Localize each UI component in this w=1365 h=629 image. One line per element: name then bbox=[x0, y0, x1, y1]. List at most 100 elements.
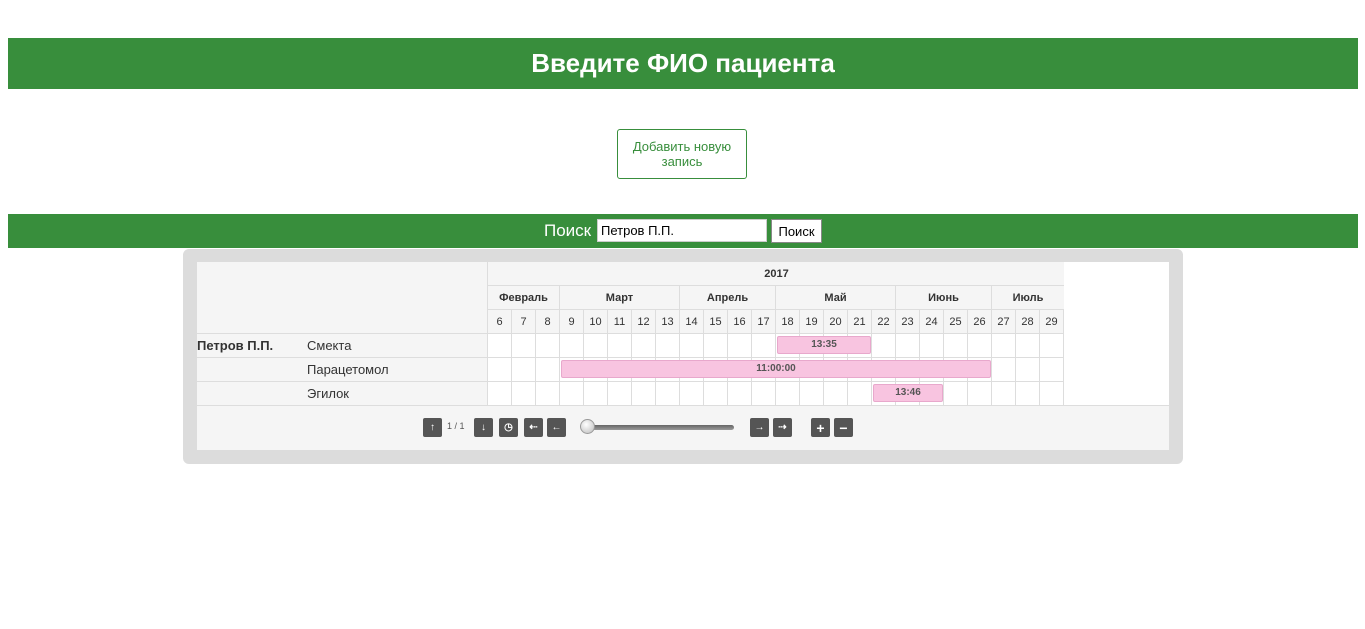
grid-cell bbox=[656, 333, 680, 357]
week-header: 16 bbox=[728, 310, 752, 334]
month-header: Июнь bbox=[896, 286, 992, 310]
week-header: 24 bbox=[920, 310, 944, 334]
week-header: 26 bbox=[968, 310, 992, 334]
grid-cell bbox=[536, 333, 560, 357]
arrow-up-icon[interactable]: ↑ bbox=[423, 418, 442, 437]
search-input[interactable] bbox=[597, 219, 767, 242]
grid-cell bbox=[968, 333, 992, 357]
schedule-bar[interactable]: 13:35 bbox=[777, 336, 871, 354]
grid-cell bbox=[704, 333, 728, 357]
week-header: 28 bbox=[1016, 310, 1040, 334]
week-header: 6 bbox=[488, 310, 512, 334]
grid-cell bbox=[752, 381, 776, 405]
grid-cell bbox=[992, 357, 1016, 381]
grid-cell bbox=[704, 381, 728, 405]
grid-cell bbox=[968, 381, 992, 405]
gantt-inner: Петров П.П. Смекта Парацетомол Эгилок 20… bbox=[197, 262, 1169, 450]
grid-cell bbox=[632, 333, 656, 357]
page-title: Введите ФИО пациента bbox=[531, 48, 835, 78]
grid-cell bbox=[512, 357, 536, 381]
month-header: Март bbox=[560, 286, 680, 310]
week-header: 22 bbox=[872, 310, 896, 334]
zoom-in-icon[interactable]: + bbox=[811, 418, 830, 437]
grid-cell bbox=[488, 333, 512, 357]
week-header: 29 bbox=[1040, 310, 1064, 334]
grid-cell bbox=[584, 333, 608, 357]
week-header: 11 bbox=[608, 310, 632, 334]
gantt-row-label: Эгилок bbox=[197, 381, 487, 405]
scroll-start-icon[interactable]: ⇠ bbox=[524, 418, 543, 437]
grid-cell bbox=[536, 357, 560, 381]
grid-cell bbox=[824, 381, 848, 405]
clock-icon[interactable]: ◷ bbox=[499, 418, 518, 437]
schedule-bar[interactable]: 11:00:00 bbox=[561, 360, 991, 378]
zoom-slider-track[interactable] bbox=[589, 425, 734, 430]
week-header: 8 bbox=[536, 310, 560, 334]
grid-cell bbox=[800, 381, 824, 405]
grid-cell bbox=[512, 333, 536, 357]
search-bar: Поиск Поиск bbox=[8, 214, 1358, 248]
month-header: Февраль bbox=[488, 286, 560, 310]
grid-cell bbox=[944, 381, 968, 405]
grid-cell bbox=[488, 357, 512, 381]
week-header: 21 bbox=[848, 310, 872, 334]
week-header: 9 bbox=[560, 310, 584, 334]
grid-cell bbox=[944, 333, 968, 357]
grid-cell bbox=[872, 333, 896, 357]
grid-cell bbox=[992, 381, 1016, 405]
week-header: 7 bbox=[512, 310, 536, 334]
grid-cell bbox=[608, 381, 632, 405]
patient-name: Петров П.П. bbox=[197, 338, 274, 353]
grid-cell bbox=[512, 381, 536, 405]
gantt-toolbar: ↑ 1 / 1 ↓ ◷ ⇠ ← → ⇢ + − bbox=[197, 405, 1169, 450]
grid-cell bbox=[680, 333, 704, 357]
arrow-down-icon[interactable]: ↓ bbox=[474, 418, 493, 437]
grid-cell bbox=[896, 333, 920, 357]
grid-cell bbox=[560, 333, 584, 357]
grid-cell bbox=[584, 381, 608, 405]
arrow-left-icon[interactable]: ← bbox=[547, 418, 566, 437]
month-header: Июль bbox=[992, 286, 1065, 310]
grid-cell bbox=[920, 333, 944, 357]
add-record-button[interactable]: Добавить новую запись bbox=[617, 129, 747, 179]
page-title-bar: Введите ФИО пациента bbox=[8, 38, 1358, 89]
grid-cell bbox=[680, 381, 704, 405]
grid-cell bbox=[1016, 333, 1040, 357]
zoom-slider-handle[interactable] bbox=[580, 419, 595, 434]
grid-cell bbox=[728, 381, 752, 405]
year-header: 2017 bbox=[488, 262, 1065, 286]
gantt-row-label: Парацетомол bbox=[197, 357, 487, 381]
zoom-out-icon[interactable]: − bbox=[834, 418, 853, 437]
scroll-end-icon[interactable]: ⇢ bbox=[773, 418, 792, 437]
gantt-grid: 2017 Февраль Март Апрель Май Июнь Июль 6… bbox=[487, 262, 1065, 405]
drug-name: Парацетомол bbox=[307, 362, 389, 377]
grid-cell bbox=[1040, 381, 1064, 405]
grid-cell bbox=[1040, 333, 1064, 357]
week-header: 20 bbox=[824, 310, 848, 334]
week-header: 25 bbox=[944, 310, 968, 334]
grid-cell bbox=[1016, 357, 1040, 381]
month-header: Май bbox=[776, 286, 896, 310]
month-header: Апрель bbox=[680, 286, 776, 310]
week-header: 19 bbox=[800, 310, 824, 334]
grid-cell bbox=[752, 333, 776, 357]
grid-cell bbox=[608, 333, 632, 357]
gantt-row-label: Петров П.П. Смекта bbox=[197, 333, 487, 357]
drug-name: Смекта bbox=[307, 338, 352, 353]
arrow-right-icon[interactable]: → bbox=[750, 418, 769, 437]
week-header: 12 bbox=[632, 310, 656, 334]
grid-cell bbox=[656, 381, 680, 405]
search-label: Поиск bbox=[544, 221, 592, 240]
week-header: 17 bbox=[752, 310, 776, 334]
drug-name: Эгилок bbox=[307, 386, 349, 401]
week-header: 13 bbox=[656, 310, 680, 334]
grid-cell bbox=[728, 333, 752, 357]
gantt-left-pane: Петров П.П. Смекта Парацетомол Эгилок bbox=[197, 262, 487, 405]
week-header: 18 bbox=[776, 310, 800, 334]
schedule-bar[interactable]: 13:46 bbox=[873, 384, 943, 402]
grid-cell bbox=[1040, 357, 1064, 381]
week-header: 14 bbox=[680, 310, 704, 334]
search-button[interactable]: Поиск bbox=[771, 219, 822, 243]
page-indicator: 1 / 1 bbox=[447, 421, 465, 431]
grid-cell bbox=[992, 333, 1016, 357]
